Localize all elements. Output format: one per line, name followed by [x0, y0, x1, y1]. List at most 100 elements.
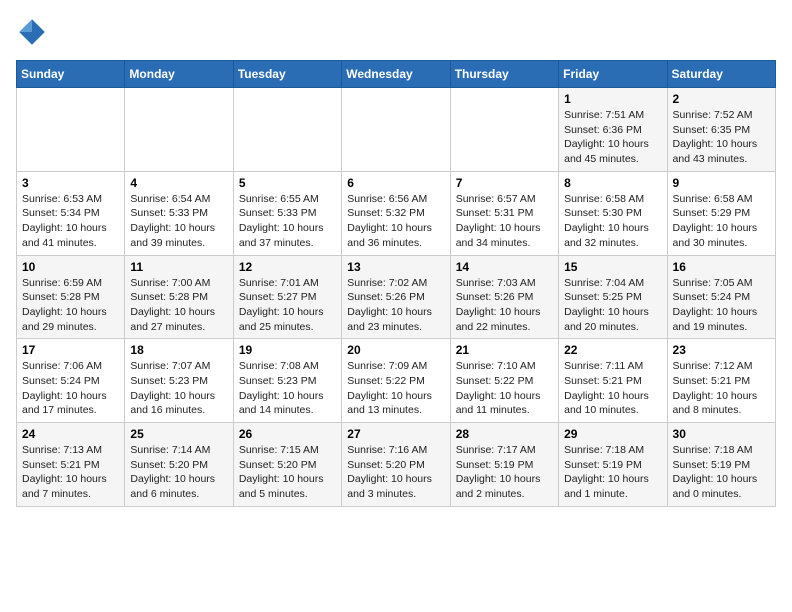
calendar-cell: 6 Sunrise: 6:56 AM Sunset: 5:32 PM Daylig…	[342, 171, 450, 255]
calendar-cell: 1 Sunrise: 7:51 AM Sunset: 6:36 PM Daylig…	[559, 88, 667, 172]
day-number: 21	[456, 343, 553, 357]
calendar-cell: 24Sunrise: 7:13 AM Sunset: 5:21 PM Dayli…	[17, 423, 125, 507]
day-detail: Sunrise: 6:54 AM Sunset: 5:33 PM Dayligh…	[130, 192, 227, 251]
day-number: 19	[239, 343, 336, 357]
day-number: 14	[456, 260, 553, 274]
calendar-table: SundayMondayTuesdayWednesdayThursdayFrid…	[16, 60, 776, 507]
calendar-cell: 12 Sunrise: 7:01 AM Sunset: 5:27 PM Dayli…	[233, 255, 341, 339]
calendar-cell: 30 Sunrise: 7:18 AM Sunset: 5:19 PM Dayli…	[667, 423, 775, 507]
calendar-cell: 28 Sunrise: 7:17 AM Sunset: 5:19 PM Dayli…	[450, 423, 558, 507]
weekday-header-friday: Friday	[559, 61, 667, 88]
calendar-cell: 11 Sunrise: 7:00 AM Sunset: 5:28 PM Dayli…	[125, 255, 233, 339]
day-number: 6	[347, 176, 444, 190]
day-number: 4	[130, 176, 227, 190]
day-detail: Sunrise: 7:10 AM Sunset: 5:22 PM Dayligh…	[456, 359, 553, 418]
calendar-week-2: 3Sunrise: 6:53 AM Sunset: 5:34 PM Daylig…	[17, 171, 776, 255]
day-detail: Sunrise: 7:18 AM Sunset: 5:19 PM Dayligh…	[673, 443, 770, 502]
day-detail: Sunrise: 7:05 AM Sunset: 5:24 PM Dayligh…	[673, 276, 770, 335]
calendar-cell: 4 Sunrise: 6:54 AM Sunset: 5:33 PM Daylig…	[125, 171, 233, 255]
day-detail: Sunrise: 7:08 AM Sunset: 5:23 PM Dayligh…	[239, 359, 336, 418]
calendar-cell: 20 Sunrise: 7:09 AM Sunset: 5:22 PM Dayli…	[342, 339, 450, 423]
day-detail: Sunrise: 6:58 AM Sunset: 5:29 PM Dayligh…	[673, 192, 770, 251]
weekday-header-saturday: Saturday	[667, 61, 775, 88]
day-detail: Sunrise: 6:58 AM Sunset: 5:30 PM Dayligh…	[564, 192, 661, 251]
day-detail: Sunrise: 7:52 AM Sunset: 6:35 PM Dayligh…	[673, 108, 770, 167]
day-detail: Sunrise: 6:59 AM Sunset: 5:28 PM Dayligh…	[22, 276, 119, 335]
logo	[16, 16, 52, 48]
day-detail: Sunrise: 7:01 AM Sunset: 5:27 PM Dayligh…	[239, 276, 336, 335]
day-detail: Sunrise: 7:16 AM Sunset: 5:20 PM Dayligh…	[347, 443, 444, 502]
calendar-cell: 9 Sunrise: 6:58 AM Sunset: 5:29 PM Daylig…	[667, 171, 775, 255]
day-detail: Sunrise: 7:15 AM Sunset: 5:20 PM Dayligh…	[239, 443, 336, 502]
day-detail: Sunrise: 7:12 AM Sunset: 5:21 PM Dayligh…	[673, 359, 770, 418]
day-number: 28	[456, 427, 553, 441]
calendar-cell	[233, 88, 341, 172]
day-number: 1	[564, 92, 661, 106]
day-detail: Sunrise: 7:51 AM Sunset: 6:36 PM Dayligh…	[564, 108, 661, 167]
calendar-cell: 17Sunrise: 7:06 AM Sunset: 5:24 PM Dayli…	[17, 339, 125, 423]
day-number: 13	[347, 260, 444, 274]
calendar-cell: 5Sunrise: 6:55 AM Sunset: 5:33 PM Daylig…	[233, 171, 341, 255]
day-detail: Sunrise: 7:11 AM Sunset: 5:21 PM Dayligh…	[564, 359, 661, 418]
day-number: 22	[564, 343, 661, 357]
day-detail: Sunrise: 7:09 AM Sunset: 5:22 PM Dayligh…	[347, 359, 444, 418]
calendar-cell: 26 Sunrise: 7:15 AM Sunset: 5:20 PM Dayli…	[233, 423, 341, 507]
page-header	[16, 16, 776, 48]
day-detail: Sunrise: 7:17 AM Sunset: 5:19 PM Dayligh…	[456, 443, 553, 502]
calendar-cell	[125, 88, 233, 172]
calendar-week-4: 17Sunrise: 7:06 AM Sunset: 5:24 PM Dayli…	[17, 339, 776, 423]
calendar-cell: 15 Sunrise: 7:04 AM Sunset: 5:25 PM Dayli…	[559, 255, 667, 339]
calendar-cell: 2 Sunrise: 7:52 AM Sunset: 6:35 PM Daylig…	[667, 88, 775, 172]
day-detail: Sunrise: 7:02 AM Sunset: 5:26 PM Dayligh…	[347, 276, 444, 335]
day-detail: Sunrise: 6:56 AM Sunset: 5:32 PM Dayligh…	[347, 192, 444, 251]
calendar-cell: 10 Sunrise: 6:59 AM Sunset: 5:28 PM Dayli…	[17, 255, 125, 339]
calendar-cell: 7 Sunrise: 6:57 AM Sunset: 5:31 PM Daylig…	[450, 171, 558, 255]
calendar-cell: 16Sunrise: 7:05 AM Sunset: 5:24 PM Dayli…	[667, 255, 775, 339]
calendar-week-5: 24Sunrise: 7:13 AM Sunset: 5:21 PM Dayli…	[17, 423, 776, 507]
logo-icon	[16, 16, 48, 48]
day-detail: Sunrise: 7:03 AM Sunset: 5:26 PM Dayligh…	[456, 276, 553, 335]
weekday-header-tuesday: Tuesday	[233, 61, 341, 88]
weekday-header-sunday: Sunday	[17, 61, 125, 88]
calendar-week-3: 10 Sunrise: 6:59 AM Sunset: 5:28 PM Dayli…	[17, 255, 776, 339]
day-number: 30	[673, 427, 770, 441]
day-number: 29	[564, 427, 661, 441]
day-number: 26	[239, 427, 336, 441]
day-number: 27	[347, 427, 444, 441]
weekday-header-thursday: Thursday	[450, 61, 558, 88]
day-detail: Sunrise: 7:18 AM Sunset: 5:19 PM Dayligh…	[564, 443, 661, 502]
weekday-header-wednesday: Wednesday	[342, 61, 450, 88]
day-number: 25	[130, 427, 227, 441]
day-number: 11	[130, 260, 227, 274]
day-detail: Sunrise: 7:07 AM Sunset: 5:23 PM Dayligh…	[130, 359, 227, 418]
calendar-cell: 13 Sunrise: 7:02 AM Sunset: 5:26 PM Dayli…	[342, 255, 450, 339]
day-number: 2	[673, 92, 770, 106]
weekday-header-monday: Monday	[125, 61, 233, 88]
day-detail: Sunrise: 7:00 AM Sunset: 5:28 PM Dayligh…	[130, 276, 227, 335]
calendar-week-1: 1 Sunrise: 7:51 AM Sunset: 6:36 PM Daylig…	[17, 88, 776, 172]
day-number: 15	[564, 260, 661, 274]
calendar-cell: 25Sunrise: 7:14 AM Sunset: 5:20 PM Dayli…	[125, 423, 233, 507]
day-number: 20	[347, 343, 444, 357]
day-number: 12	[239, 260, 336, 274]
day-detail: Sunrise: 6:55 AM Sunset: 5:33 PM Dayligh…	[239, 192, 336, 251]
calendar-cell: 3Sunrise: 6:53 AM Sunset: 5:34 PM Daylig…	[17, 171, 125, 255]
day-number: 8	[564, 176, 661, 190]
day-number: 23	[673, 343, 770, 357]
day-number: 18	[130, 343, 227, 357]
day-detail: Sunrise: 6:57 AM Sunset: 5:31 PM Dayligh…	[456, 192, 553, 251]
day-number: 7	[456, 176, 553, 190]
calendar-cell: 23 Sunrise: 7:12 AM Sunset: 5:21 PM Dayli…	[667, 339, 775, 423]
day-number: 17	[22, 343, 119, 357]
day-number: 24	[22, 427, 119, 441]
calendar-cell: 29 Sunrise: 7:18 AM Sunset: 5:19 PM Dayli…	[559, 423, 667, 507]
day-number: 9	[673, 176, 770, 190]
calendar-cell: 14 Sunrise: 7:03 AM Sunset: 5:26 PM Dayli…	[450, 255, 558, 339]
calendar-cell: 18 Sunrise: 7:07 AM Sunset: 5:23 PM Dayli…	[125, 339, 233, 423]
day-detail: Sunrise: 7:04 AM Sunset: 5:25 PM Dayligh…	[564, 276, 661, 335]
weekday-header-row: SundayMondayTuesdayWednesdayThursdayFrid…	[17, 61, 776, 88]
calendar-cell	[342, 88, 450, 172]
calendar-cell: 8 Sunrise: 6:58 AM Sunset: 5:30 PM Daylig…	[559, 171, 667, 255]
calendar-cell: 21 Sunrise: 7:10 AM Sunset: 5:22 PM Dayli…	[450, 339, 558, 423]
day-number: 10	[22, 260, 119, 274]
